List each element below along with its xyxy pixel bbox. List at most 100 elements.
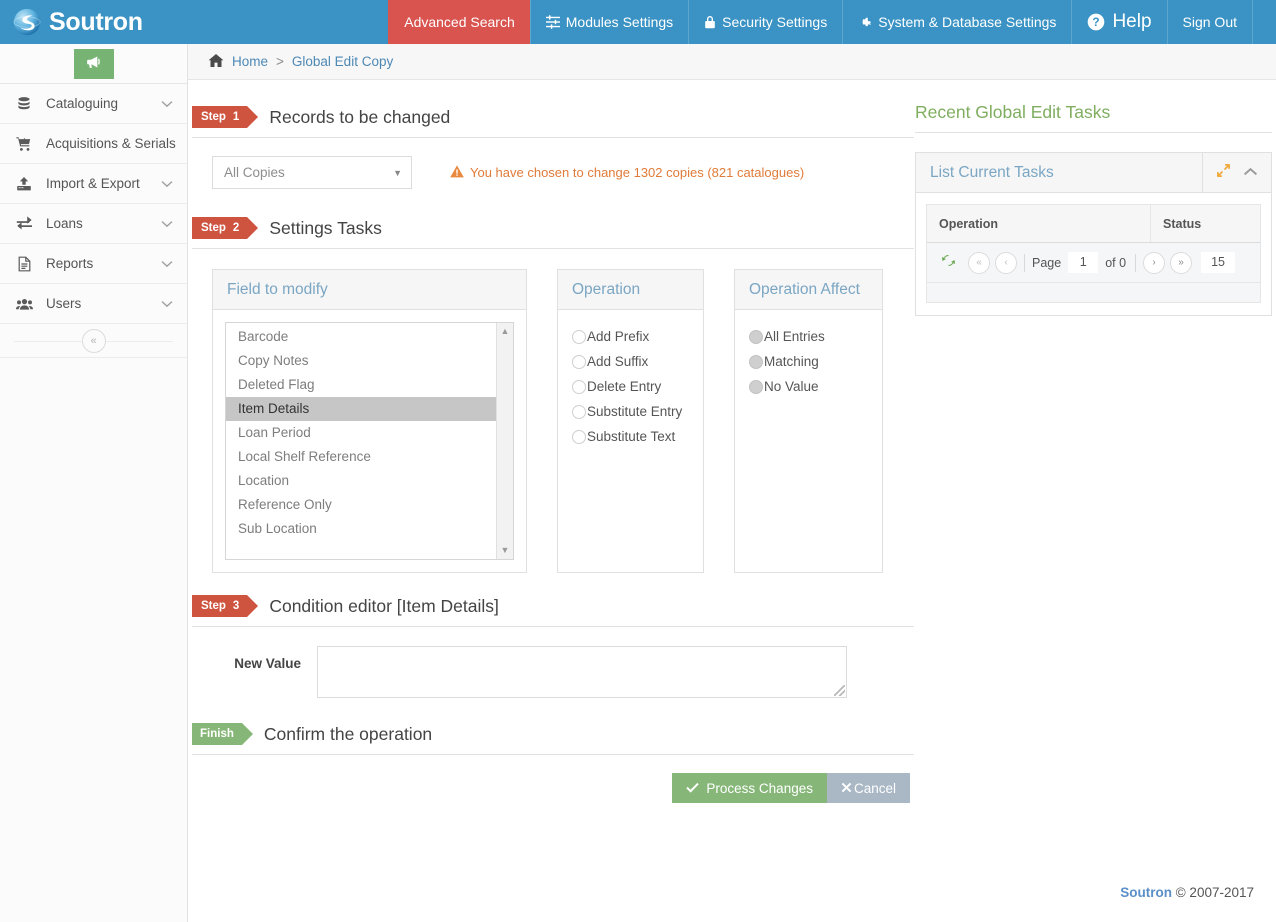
announcement-button[interactable]	[73, 48, 114, 79]
resize-grip-icon[interactable]	[834, 685, 845, 696]
nav-modules-settings[interactable]: Modules Settings	[529, 0, 688, 44]
exchange-icon	[14, 215, 34, 232]
listbox-scrollbar[interactable]: ▲ ▼	[496, 323, 513, 559]
next-page-button[interactable]: ›	[1143, 251, 1166, 274]
page-label: Page	[1032, 255, 1062, 270]
sidebar-item-cataloguing[interactable]: Cataloguing	[0, 84, 187, 124]
breadcrumb-current[interactable]: Global Edit Copy	[292, 54, 393, 69]
nav-label: Advanced Search	[404, 14, 515, 30]
double-chevron-right-icon: »	[1178, 257, 1184, 268]
nav-help[interactable]: ? Help	[1071, 0, 1166, 44]
list-item[interactable]: Local Shelf Reference	[226, 445, 496, 469]
page-number-input[interactable]: 1	[1068, 252, 1099, 273]
operation-panel: Operation Add Prefix Add Suffix Delete E…	[557, 269, 704, 573]
nav-security-settings[interactable]: Security Settings	[688, 0, 842, 44]
copies-scope-select[interactable]: All Copies ▼	[212, 156, 412, 189]
brand[interactable]: Soutron	[0, 0, 188, 44]
column-header-operation[interactable]: Operation	[927, 205, 1151, 242]
list-item[interactable]: Sub Location	[226, 517, 496, 541]
step-1-rule	[192, 137, 914, 138]
last-page-button[interactable]: »	[1170, 251, 1193, 274]
new-value-input[interactable]	[317, 646, 847, 698]
operation-affect-title: Operation Affect	[735, 270, 882, 310]
list-item-selected[interactable]: Item Details	[226, 397, 496, 421]
sidebar-item-import-export[interactable]: Import & Export	[0, 164, 187, 204]
sidebar-item-users[interactable]: Users	[0, 284, 187, 324]
sidebar-item-reports[interactable]: Reports	[0, 244, 187, 284]
top-navigation-bar: Soutron Advanced Search Modules Settings…	[0, 0, 1276, 44]
refresh-icon[interactable]	[935, 253, 968, 272]
operation-body: Add Prefix Add Suffix Delete Entry Subst…	[558, 310, 703, 546]
radio-icon	[572, 380, 586, 394]
home-icon[interactable]	[208, 53, 224, 71]
nav-system-database-settings[interactable]: System & Database Settings	[842, 0, 1071, 44]
radio-label: Matching	[764, 354, 819, 369]
nav-label: Modules Settings	[565, 14, 674, 30]
affect-radio-all-entries[interactable]: All Entries	[749, 328, 872, 346]
users-icon	[14, 296, 34, 312]
radio-icon	[749, 380, 763, 394]
nav-advanced-search[interactable]: Advanced Search	[388, 0, 530, 44]
recent-tasks-rule	[915, 132, 1272, 133]
step-2-title: Settings Tasks	[269, 217, 382, 238]
scroll-down-arrow-icon[interactable]: ▼	[501, 546, 510, 555]
affect-radio-matching[interactable]: Matching	[749, 353, 872, 371]
operation-radio-add-suffix[interactable]: Add Suffix	[572, 353, 693, 371]
prev-page-button[interactable]: ‹	[995, 251, 1017, 274]
process-changes-button[interactable]: Process Changes	[672, 773, 827, 803]
column-header-status[interactable]: Status	[1151, 205, 1260, 242]
breadcrumb: Home > Global Edit Copy	[188, 44, 1276, 80]
operation-radio-add-prefix[interactable]: Add Prefix	[572, 328, 693, 346]
step-badge-number: 3	[232, 600, 240, 612]
sidebar-item-acquisitions-serials[interactable]: Acquisitions & Serials	[0, 124, 200, 164]
operation-radio-delete-entry[interactable]: Delete Entry	[572, 378, 693, 396]
page-size-input[interactable]: 15	[1201, 252, 1236, 273]
nav-label: Help	[1112, 11, 1152, 32]
nav-sign-out[interactable]: Sign Out	[1166, 0, 1252, 44]
operation-affect-body: All Entries Matching No Value	[735, 310, 882, 546]
list-item[interactable]: Deleted Flag	[226, 373, 496, 397]
list-item[interactable]: Loan Period	[226, 421, 496, 445]
first-page-button[interactable]: «	[968, 251, 990, 274]
cancel-label: Cancel	[853, 780, 896, 796]
settings-task-panels: Field to modify Barcode Copy Notes Delet…	[192, 269, 914, 573]
step-1-title: Records to be changed	[269, 106, 451, 127]
affect-radio-no-value[interactable]: No Value	[749, 378, 872, 396]
sidebar-item-label: Cataloguing	[46, 96, 119, 111]
radio-icon	[749, 355, 763, 369]
cancel-button[interactable]: Cancel	[826, 773, 910, 803]
breadcrumb-separator: >	[276, 54, 284, 69]
warning-triangle-icon	[450, 164, 464, 181]
chevron-left-icon: ‹	[1004, 257, 1008, 268]
soutron-logo-icon	[12, 7, 42, 37]
sidebar-announcement-row	[0, 44, 187, 84]
operation-radio-substitute-entry[interactable]: Substitute Entry	[572, 403, 693, 421]
step-badge-number: 1	[232, 111, 240, 123]
list-item[interactable]: Copy Notes	[226, 349, 496, 373]
field-to-modify-listbox[interactable]: Barcode Copy Notes Deleted Flag Item Det…	[225, 322, 514, 560]
sidebar-collapse-button[interactable]: «	[81, 328, 106, 353]
chevron-right-icon: ›	[1152, 257, 1156, 268]
sidebar: Cataloguing Acquisitions & Serials Impor…	[0, 44, 200, 922]
recent-tasks-column: Recent Global Edit Tasks List Current Ta…	[915, 102, 1272, 316]
sidebar-item-loans[interactable]: Loans	[0, 204, 187, 244]
breadcrumb-home[interactable]: Home	[232, 54, 268, 69]
list-item[interactable]: Location	[226, 469, 496, 493]
list-item[interactable]: Reference Only	[226, 493, 496, 517]
expand-arrows-icon[interactable]	[1216, 163, 1231, 183]
radio-label: Add Prefix	[587, 329, 650, 344]
cart-plus-icon	[14, 136, 34, 152]
list-current-tasks-title: List Current Tasks	[930, 163, 1054, 181]
chevron-down-icon	[161, 296, 173, 311]
scroll-up-arrow-icon[interactable]: ▲	[501, 327, 510, 336]
megaphone-icon	[85, 54, 102, 74]
chevron-up-icon[interactable]	[1243, 164, 1258, 182]
brand-text: Soutron	[49, 7, 143, 36]
step-badge-word: Step	[201, 111, 226, 123]
field-to-modify-body: Barcode Copy Notes Deleted Flag Item Det…	[213, 310, 526, 572]
radio-icon	[572, 330, 586, 344]
step-3-title: Condition editor [Item Details]	[269, 595, 499, 616]
step-2-section: Step 2 Settings Tasks Field to modify Ba…	[192, 217, 914, 573]
operation-radio-substitute-text[interactable]: Substitute Text	[572, 428, 693, 446]
list-item[interactable]: Barcode	[226, 325, 496, 349]
